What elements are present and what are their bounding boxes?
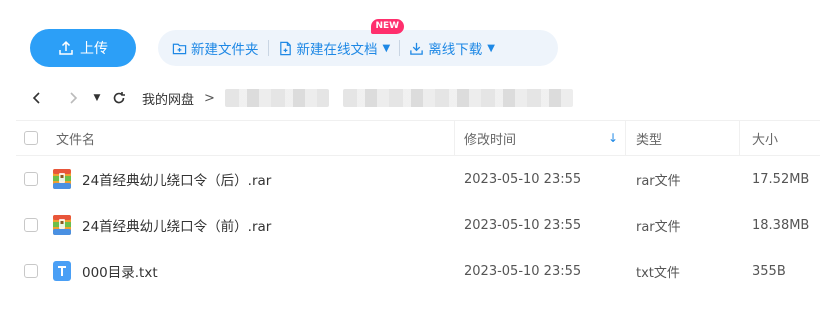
- new-folder-button[interactable]: 新建文件夹: [172, 38, 259, 58]
- column-header-name[interactable]: 文件名: [56, 129, 95, 148]
- breadcrumb-path-redacted: [224, 89, 329, 107]
- column-divider: [625, 121, 626, 156]
- file-name-cell: 24首经典幼儿绕口令（前）.rar: [52, 214, 271, 236]
- history-dropdown-button[interactable]: ▼: [86, 87, 108, 109]
- back-button[interactable]: [26, 87, 48, 109]
- rar-archive-icon: [53, 169, 71, 189]
- toolbar: 上传 新建文件夹 新建在线文档 ▼ NEW 离线下载 ▼: [30, 19, 558, 68]
- offline-download-button[interactable]: 离线下载 ▼: [409, 38, 495, 58]
- table-header: 文件名 修改时间 ↓ 类型 大小: [16, 120, 820, 156]
- row-checkbox[interactable]: [24, 264, 38, 278]
- table-row[interactable]: 24首经典幼儿绕口令（后）.rar 2023-05-10 23:55 rar文件…: [16, 156, 820, 202]
- refresh-button[interactable]: [108, 87, 130, 109]
- file-type: rar文件: [636, 219, 681, 235]
- column-header-size[interactable]: 大小: [752, 129, 778, 148]
- row-checkbox[interactable]: [24, 218, 38, 232]
- file-name[interactable]: 24首经典幼儿绕口令（后）.rar: [82, 169, 271, 189]
- file-type: txt文件: [636, 265, 680, 281]
- caret-down-icon: ▼: [93, 93, 101, 103]
- new-folder-label: 新建文件夹: [191, 42, 259, 58]
- new-badge: NEW: [370, 19, 405, 34]
- column-divider: [454, 121, 455, 156]
- chevron-right-icon: [70, 92, 78, 104]
- upload-button[interactable]: 上传: [30, 29, 136, 67]
- file-name-cell: 24首经典幼儿绕口令（后）.rar: [52, 168, 271, 190]
- breadcrumb-bar: ▼ 我的网盘 >: [26, 86, 573, 110]
- file-size: 355B: [752, 263, 786, 279]
- new-online-doc-button[interactable]: 新建在线文档 ▼ NEW: [278, 19, 405, 58]
- file-modified: 2023-05-10 23:55: [464, 263, 582, 279]
- row-checkbox[interactable]: [24, 172, 38, 186]
- file-size: 17.52MB: [752, 171, 810, 187]
- file-name[interactable]: 000目录.txt: [82, 261, 158, 281]
- file-type: rar文件: [636, 173, 681, 189]
- chevron-left-icon: [32, 92, 40, 104]
- table-row[interactable]: 000目录.txt 2023-05-10 23:55 txt文件 355B: [16, 248, 820, 294]
- upload-label: 上传: [80, 41, 108, 57]
- rar-archive-icon: [53, 215, 71, 235]
- forward-button[interactable]: [62, 87, 84, 109]
- select-all-checkbox[interactable]: [24, 131, 38, 145]
- download-icon: [410, 42, 423, 55]
- breadcrumb-path-redacted: [342, 89, 573, 107]
- toolbar-actions: 新建文件夹 新建在线文档 ▼ NEW 离线下载 ▼: [158, 19, 558, 66]
- file-modified: 2023-05-10 23:55: [464, 171, 582, 187]
- new-doc-icon: [279, 41, 291, 55]
- column-header-modified[interactable]: 修改时间: [464, 129, 516, 148]
- file-size: 18.38MB: [752, 217, 810, 233]
- column-header-type[interactable]: 类型: [636, 129, 662, 148]
- breadcrumb-separator: >: [204, 90, 215, 106]
- offline-download-label: 离线下载: [428, 42, 483, 58]
- breadcrumb-root[interactable]: 我的网盘: [142, 89, 194, 108]
- new-folder-icon: [172, 43, 187, 54]
- file-name-cell: 000目录.txt: [52, 260, 158, 282]
- column-divider: [739, 121, 740, 156]
- chevron-down-icon: ▼: [487, 42, 495, 54]
- sort-desc-icon[interactable]: ↓: [608, 131, 618, 145]
- file-table: 文件名 修改时间 ↓ 类型 大小 24首经典幼儿绕口令（后）.rar 2023-…: [16, 120, 820, 294]
- file-modified: 2023-05-10 23:55: [464, 217, 582, 233]
- chevron-down-icon: ▼: [382, 42, 391, 54]
- toolbar-divider: [267, 40, 269, 56]
- new-online-doc-label: 新建在线文档: [296, 42, 378, 58]
- toolbar-divider: [399, 40, 401, 56]
- txt-file-icon: [53, 261, 71, 281]
- upload-icon: [59, 40, 73, 55]
- table-row[interactable]: 24首经典幼儿绕口令（前）.rar 2023-05-10 23:55 rar文件…: [16, 202, 820, 248]
- file-name[interactable]: 24首经典幼儿绕口令（前）.rar: [82, 215, 271, 235]
- refresh-icon: [113, 92, 125, 104]
